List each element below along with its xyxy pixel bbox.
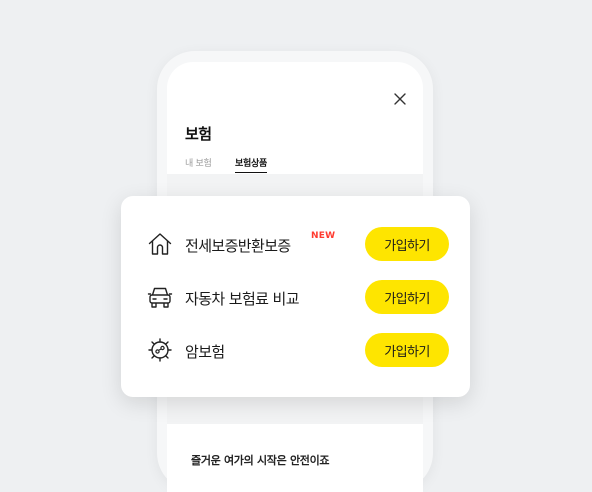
list-item-cancer-insurance[interactable]: 암보험 가입하기 (121, 330, 470, 370)
new-badge: NEW (311, 231, 336, 241)
insurance-product-card: 전세보증반환보증 NEW 가입하기 자동차 보험료 비교 가입하기 암보험 가입… (121, 196, 470, 397)
page-title: 보험 (185, 125, 212, 143)
close-icon[interactable] (393, 92, 407, 106)
join-button[interactable]: 가입하기 (365, 280, 449, 314)
section-headline: 즐거운 여가의 시작은 안전이죠 (191, 454, 330, 467)
house-icon (147, 231, 173, 257)
list-item-label: 암보험 (185, 343, 225, 361)
join-button[interactable]: 가입하기 (365, 227, 449, 261)
virus-icon (147, 337, 173, 363)
tab-my-insurance[interactable]: 내 보험 (185, 156, 212, 169)
list-item-label: 자동차 보험료 비교 (185, 290, 300, 308)
list-item-label: 전세보증반환보증 (185, 237, 291, 255)
list-item-car-insurance[interactable]: 자동차 보험료 비교 가입하기 (121, 277, 470, 317)
join-button[interactable]: 가입하기 (365, 333, 449, 367)
list-item-jeonse[interactable]: 전세보증반환보증 NEW 가입하기 (121, 224, 470, 264)
car-icon (147, 284, 173, 310)
tab-insurance-products[interactable]: 보험상품 (235, 156, 267, 173)
